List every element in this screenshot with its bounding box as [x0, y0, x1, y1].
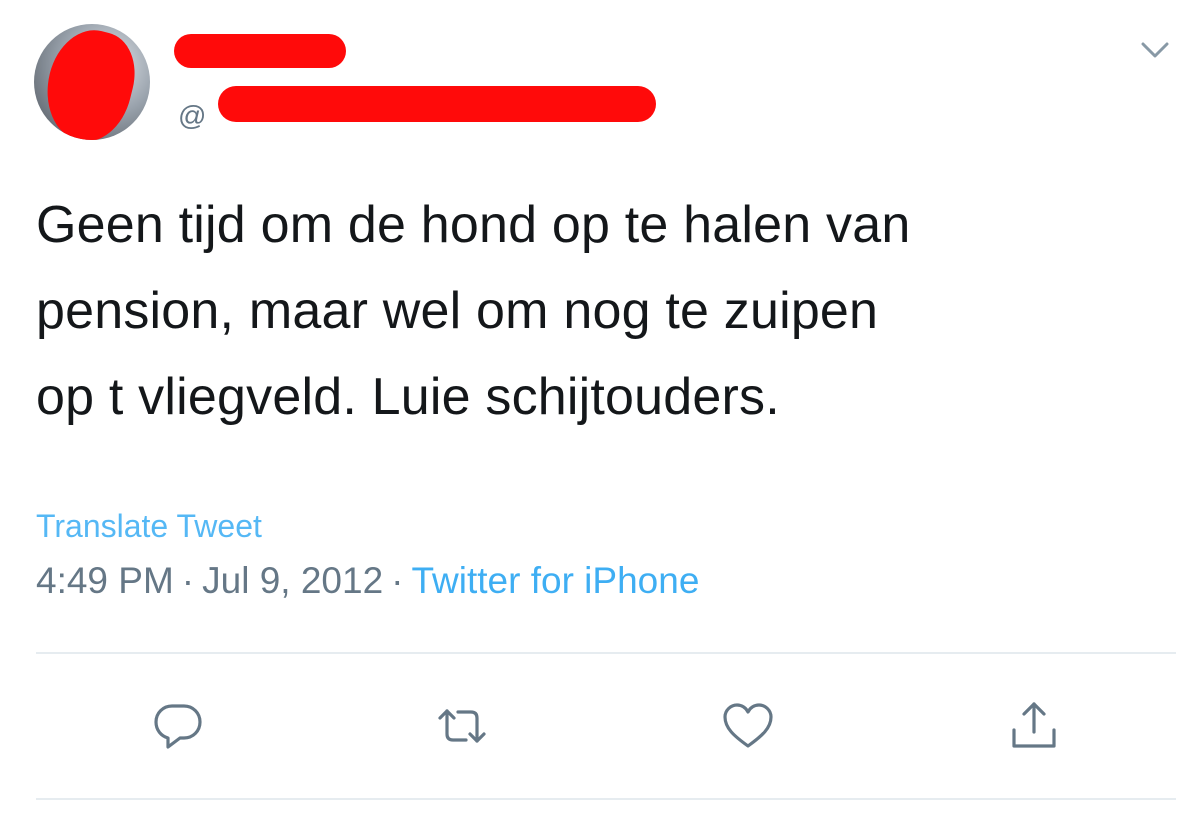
tweet-text-line: pension, maar wel om nog te zuipen	[36, 282, 879, 340]
heart-icon	[723, 703, 773, 748]
divider	[36, 798, 1176, 800]
divider	[36, 652, 1176, 654]
translate-tweet-link[interactable]: Translate Tweet	[36, 506, 262, 546]
handle-at: @	[178, 100, 207, 131]
tweet-text: Geen tijd om de hond op te halen van pen…	[36, 182, 1176, 440]
chevron-down-icon	[1141, 42, 1169, 58]
tweet-meta: 4:49 PM · Jul 9, 2012 · Twitter for iPhone	[36, 558, 699, 604]
share-icon	[1012, 702, 1056, 748]
share-button[interactable]	[1002, 694, 1066, 758]
meta-separator: ·	[391, 560, 404, 601]
tweet-text-line: op t vliegveld. Luie schijtouders.	[36, 368, 780, 426]
handle[interactable]: @	[178, 100, 206, 132]
tweet-date[interactable]: Jul 9, 2012	[202, 560, 383, 601]
meta-separator: ·	[181, 560, 195, 601]
avatar-redaction	[35, 24, 145, 140]
tweet-time[interactable]: 4:49 PM	[36, 560, 174, 601]
display-name-redaction	[174, 34, 346, 68]
tweet-text-line: Geen tijd om de hond op te halen van	[36, 196, 911, 254]
retweet-icon	[438, 709, 486, 743]
like-button[interactable]	[716, 694, 780, 758]
action-bar	[0, 694, 1200, 764]
reply-icon	[154, 704, 202, 749]
avatar[interactable]	[34, 24, 150, 140]
more-options-button[interactable]	[1138, 34, 1172, 64]
reply-button[interactable]	[146, 694, 210, 758]
handle-redaction	[218, 86, 656, 122]
tweet-source-link[interactable]: Twitter for iPhone	[411, 560, 699, 601]
retweet-button[interactable]	[430, 694, 494, 758]
